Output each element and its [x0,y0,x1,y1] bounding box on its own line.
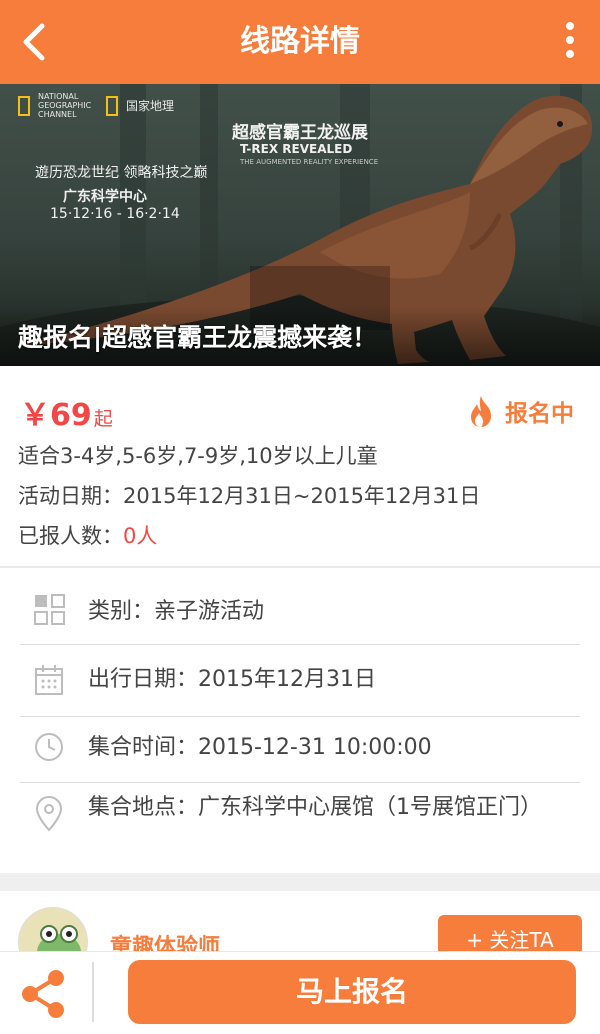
banner-slogan: 遊历恐龙世纪 领略科技之巅 [35,165,208,181]
expo-english-title: T-REX REVEALED [240,142,353,156]
price-value: ￥69 [20,398,92,433]
share-button[interactable] [16,964,72,1020]
geographic-logo-icon [106,95,118,116]
detail-row-meet-time: 集合时间：2015-12-31 10:00:00 [20,716,580,783]
enrolled-value: 0人 [123,524,158,548]
price: ￥69 起 [20,390,113,434]
enrolled-count: 已报人数：0人 [18,520,157,550]
travel-date-text: 出行日期：2015年12月31日 [88,667,376,692]
enrolled-label: 已报人数： [18,524,123,548]
divider [92,962,94,1022]
page-title: 线路详情 [240,24,360,59]
section-divider [0,873,600,891]
detail-row-travel-date: 出行日期：2015年12月31日 [20,644,580,717]
banner-dates: 15·12·16 - 16·2·14 [50,206,180,222]
more-button[interactable] [558,18,582,66]
price-suffix: 起 [93,408,113,430]
meet-place-text: 集合地点：广东科学中心展馆（1号展馆正门） [88,795,542,820]
status-text: 报名中 [505,401,574,427]
event-banner[interactable]: NATIONAL GEOGRAPHIC CHANNEL 国家地理 超感官霸王龙巡… [0,84,600,366]
activity-date: 活动日期：2015年12月31日~2015年12月31日 [18,484,481,508]
brand-cn: 国家地理 [126,99,175,113]
host-name[interactable]: 童趣体验师 [110,929,220,951]
category-text: 类别：亲子游活动 [88,599,265,624]
signup-button[interactable]: 马上报名 [128,960,576,1024]
follow-button[interactable]: + 关注TA [438,915,582,951]
event-title: 趣报名|超感官霸王龙震撼来袭！ [18,323,378,352]
detail-row-meet-place: 集合地点：广东科学中心展馆（1号展馆正门） [20,782,580,872]
age-range: 适合3-4岁,5-6岁,7-9岁,10岁以上儿童 [18,444,378,468]
share-icon [22,970,64,1018]
expo-title: 超感官霸王龙巡展 [232,123,368,143]
banner-venue: 广东科学中心 [63,189,147,205]
location-pin-icon [35,796,63,832]
national-geographic-logo-icon [18,95,30,116]
event-details: 类别：亲子游活动 出行日期：2015年12月31日 集合时间：2015-12-3… [0,568,600,873]
clock-icon [35,733,63,761]
meet-time-text: 集合时间：2015-12-31 10:00:00 [88,735,432,760]
avatar[interactable] [18,907,88,951]
app-header: 线路详情 [0,0,600,84]
brand-logos: NATIONAL GEOGRAPHIC CHANNEL 国家地理 [18,92,174,119]
more-vertical-icon [566,22,574,30]
fire-icon [471,396,491,427]
status-badge: 报名中 [467,394,574,428]
calendar-icon [35,665,63,695]
bottom-action-bar: 马上报名 [0,951,600,1034]
brand-en: NATIONAL GEOGRAPHIC CHANNEL [38,92,92,119]
detail-row-category: 类别：亲子游活动 [20,568,580,645]
frog-avatar-icon [37,925,81,951]
expo-subtitle: THE AUGMENTED REALITY EXPERIENCE [240,158,379,166]
event-info: ￥69 起 报名中 适合3-4岁,5-6岁,7-9岁,10岁以上儿童 活动日期：2… [0,366,600,566]
host-card[interactable]: 童趣体验师 + 关注TA [0,891,600,951]
banner-caption-overlay: 趣报名|超感官霸王龙震撼来袭！ [0,306,600,366]
grid-icon [34,594,65,625]
